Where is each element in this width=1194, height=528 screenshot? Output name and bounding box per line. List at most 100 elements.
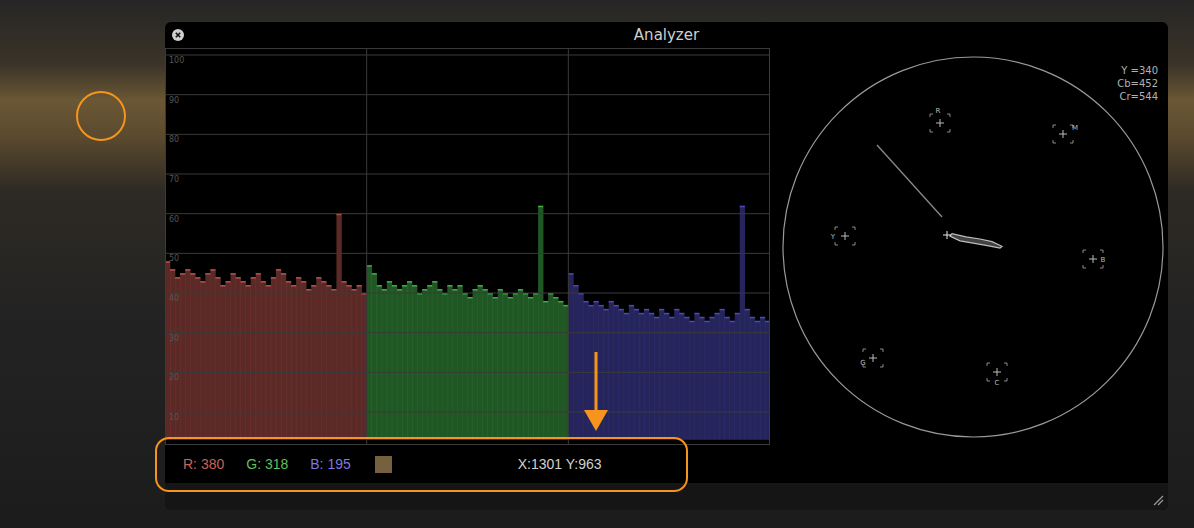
waveform-bar bbox=[407, 281, 412, 440]
readout-line: Cb=452 bbox=[1117, 77, 1158, 90]
waveform-bar bbox=[347, 285, 352, 440]
waveform-bar bbox=[654, 317, 659, 440]
waveform-bar bbox=[689, 321, 694, 440]
waveform-peak bbox=[256, 273, 261, 275]
waveform-peak bbox=[215, 277, 220, 279]
waveform-peak bbox=[694, 313, 699, 315]
waveform-bar bbox=[372, 273, 377, 440]
waveform-peak bbox=[710, 317, 715, 319]
tick-label: 10 bbox=[169, 413, 179, 422]
waveform-peak bbox=[251, 277, 256, 279]
highlight-box bbox=[155, 437, 688, 492]
tick-label: 70 bbox=[169, 175, 179, 184]
tick-label: 80 bbox=[169, 135, 179, 144]
waveform-bar bbox=[473, 289, 478, 440]
tick-label: 90 bbox=[169, 96, 179, 105]
waveform-bar bbox=[271, 277, 276, 440]
waveform-peak bbox=[543, 301, 548, 303]
waveform-peak bbox=[730, 321, 735, 323]
waveform-bar bbox=[377, 285, 382, 440]
waveform-peak bbox=[624, 313, 629, 315]
waveform-bar bbox=[508, 297, 513, 440]
waveform-peak bbox=[316, 277, 321, 279]
waveform-bar bbox=[185, 269, 190, 440]
readout-line: Y =340 bbox=[1117, 64, 1158, 77]
waveform-bar bbox=[538, 206, 543, 440]
screen: Analyzer 100908070605040302010 RMYBGC Y … bbox=[0, 0, 1194, 528]
waveform-bar bbox=[367, 265, 372, 440]
pixel-position: X:1301 Y:963 bbox=[518, 456, 602, 472]
waveform-peak bbox=[236, 277, 241, 279]
waveform-bar bbox=[291, 285, 296, 440]
waveform-peak bbox=[493, 297, 498, 299]
waveform-peak bbox=[301, 281, 306, 283]
waveform-chart: 100908070605040302010 bbox=[165, 48, 770, 445]
color-target: G bbox=[860, 349, 883, 367]
grid-line bbox=[165, 332, 770, 333]
waveform-bar bbox=[422, 289, 427, 440]
waveform-bar bbox=[251, 277, 256, 440]
waveform-peak bbox=[725, 317, 730, 319]
waveform-peak bbox=[190, 273, 195, 275]
waveform-peak bbox=[447, 285, 452, 287]
waveform-bar bbox=[397, 289, 402, 440]
waveform-bar bbox=[215, 277, 220, 440]
waveform-peak bbox=[271, 277, 276, 279]
waveform-bar bbox=[558, 301, 563, 440]
pixel-info-bar: R: 380G: 318B: 195 X:1301 Y:963 bbox=[165, 445, 1168, 483]
waveform-peak bbox=[306, 289, 311, 291]
waveform-peak bbox=[180, 273, 185, 275]
waveform-peak bbox=[634, 309, 639, 311]
waveform-bar bbox=[382, 289, 387, 440]
waveform-bar bbox=[513, 293, 518, 440]
waveform-peak bbox=[755, 321, 760, 323]
readout-line: Cr=544 bbox=[1117, 90, 1158, 103]
waveform-peak bbox=[508, 297, 513, 299]
waveform-bar bbox=[205, 273, 210, 440]
waveform-peak bbox=[468, 297, 473, 299]
waveform-bar bbox=[241, 281, 246, 440]
title-bar[interactable]: Analyzer bbox=[165, 22, 1168, 48]
grid-line bbox=[165, 174, 770, 175]
waveform-bar bbox=[573, 285, 578, 440]
waveform-bar bbox=[281, 273, 286, 440]
grid-line bbox=[165, 94, 770, 95]
waveform-peak bbox=[231, 273, 236, 275]
resize-grip-icon[interactable] bbox=[1152, 494, 1164, 506]
color-target: Y bbox=[830, 227, 855, 245]
waveform-peak bbox=[392, 285, 397, 287]
waveform-peak bbox=[659, 309, 664, 311]
waveform-peak bbox=[538, 206, 543, 208]
waveform-peak bbox=[402, 285, 407, 287]
waveform-peak bbox=[457, 285, 462, 287]
waveform-peak bbox=[326, 285, 331, 287]
waveform-bar bbox=[478, 285, 483, 440]
target-label: Y bbox=[830, 233, 836, 241]
grid-line bbox=[165, 293, 770, 294]
waveform-peak bbox=[629, 305, 634, 307]
tick-label: 30 bbox=[169, 334, 179, 343]
waveform-peak bbox=[291, 285, 296, 287]
waveform-peak bbox=[619, 309, 624, 311]
waveform-peak bbox=[220, 285, 225, 287]
waveform-peak bbox=[518, 289, 523, 291]
waveform-peak bbox=[266, 285, 271, 287]
waveform-peak bbox=[341, 281, 346, 283]
grid-line bbox=[165, 253, 770, 254]
waveform-peak bbox=[715, 313, 720, 315]
close-icon[interactable] bbox=[172, 29, 184, 41]
waveform-peak bbox=[498, 289, 503, 291]
waveform-bar bbox=[417, 293, 422, 440]
target-label: R bbox=[936, 107, 941, 115]
waveform-bar bbox=[679, 313, 684, 440]
waveform-bar bbox=[639, 313, 644, 440]
waveform-peak bbox=[594, 301, 599, 303]
waveform-peak bbox=[720, 309, 725, 311]
waveform-bar bbox=[609, 301, 614, 440]
waveform-peak bbox=[226, 281, 231, 283]
waveform-bar bbox=[336, 214, 341, 440]
vectorscope-chart: RMYBGC bbox=[770, 48, 1168, 445]
waveform-peak bbox=[347, 285, 352, 287]
color-swatch bbox=[375, 456, 392, 473]
waveform-bar bbox=[730, 321, 735, 440]
